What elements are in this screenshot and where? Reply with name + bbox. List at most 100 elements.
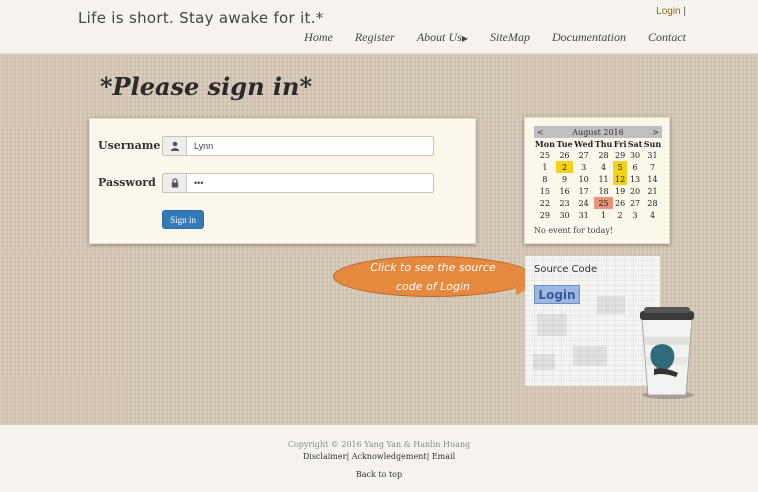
callout-line-2: code of Login xyxy=(396,279,470,293)
calendar-day[interactable]: 18 xyxy=(594,185,613,197)
calendar-grid: Mon Tue Wed Thu Fri Sat Sun 25 26 27 28 … xyxy=(534,138,662,221)
calendar-day-event[interactable]: 12 xyxy=(613,173,628,185)
weekday-mon: Mon xyxy=(534,138,555,149)
calendar-day[interactable]: 25 xyxy=(534,149,556,161)
calendar-day[interactable]: 30 xyxy=(627,149,643,161)
calendar-day-event[interactable]: 2 xyxy=(555,161,574,173)
login-link[interactable]: Login xyxy=(656,6,680,17)
weekday-sun: Sun xyxy=(643,138,662,149)
calendar-day[interactable]: 20 xyxy=(627,185,643,197)
coffee-cup-icon xyxy=(640,307,694,399)
calendar-day[interactable]: 31 xyxy=(643,149,662,161)
calendar-day[interactable]: 4 xyxy=(594,161,613,173)
calendar-day[interactable]: 27 xyxy=(573,149,594,161)
calendar-day[interactable]: 1 xyxy=(534,161,556,173)
calendar-day[interactable]: 24 xyxy=(573,197,594,209)
newspaper-image xyxy=(597,296,625,314)
calendar-week: 25 26 27 28 29 30 31 xyxy=(534,149,662,161)
calendar-week: 15 16 17 18 19 20 21 xyxy=(534,185,662,197)
newspaper-image xyxy=(537,314,567,336)
calendar-day[interactable]: 21 xyxy=(643,185,662,197)
sign-in-button[interactable]: Sign in xyxy=(162,210,204,229)
header: Life is short. Stay awake for it.* Login… xyxy=(0,0,758,54)
calendar-day[interactable]: 30 xyxy=(556,209,574,221)
calendar-day[interactable]: 28 xyxy=(594,149,613,161)
calendar-day[interactable]: 17 xyxy=(573,185,594,197)
main-content: *Please sign in* Username Password Sign … xyxy=(0,55,758,425)
copyright-text: Copyright © 2016 Yang Yan & Hanlin Huang xyxy=(287,440,471,449)
login-panel: Username Password Sign in xyxy=(89,118,476,244)
calendar-day[interactable]: 19 xyxy=(613,185,627,197)
nav-register[interactable]: Register xyxy=(355,30,395,45)
calendar-prev-button[interactable]: < xyxy=(537,128,544,137)
nav-about-us-label: About Us xyxy=(416,30,462,44)
calendar-day[interactable]: 11 xyxy=(594,173,613,185)
newspaper-image xyxy=(573,346,607,366)
weekday-sat: Sat xyxy=(627,138,643,149)
password-field xyxy=(162,173,434,193)
weekday-wed: Wed xyxy=(574,138,594,149)
calendar-day[interactable]: 3 xyxy=(627,209,643,221)
no-event-text: No event for today! xyxy=(534,226,614,235)
weekday-fri: Fri xyxy=(613,138,627,149)
calendar-week: 1 2 3 4 5 6 7 xyxy=(534,161,662,173)
callout-line-1: Click to see the source xyxy=(370,260,496,274)
nav-about-us[interactable]: About Us▶ xyxy=(417,30,468,45)
calendar-widget: < August 2016 > Mon Tue Wed Thu Fri Sat … xyxy=(524,117,670,244)
weekday-tue: Tue xyxy=(556,138,573,149)
email-link[interactable]: Email xyxy=(432,452,455,461)
calendar-day[interactable]: 26 xyxy=(613,197,627,209)
acknowledgement-link[interactable]: Acknowledgement xyxy=(352,452,427,461)
footer: Copyright © 2016 Yang Yan & Hanlin Huang… xyxy=(0,425,758,492)
nav-home[interactable]: Home xyxy=(304,30,333,45)
calendar-next-button[interactable]: > xyxy=(652,128,659,137)
caret-right-icon: ▶ xyxy=(461,34,468,43)
back-to-top-link[interactable]: Back to top xyxy=(0,470,758,479)
calendar-day[interactable]: 29 xyxy=(534,209,556,221)
site-tagline: Life is short. Stay awake for it.* xyxy=(78,9,324,27)
calendar-day[interactable]: 15 xyxy=(534,185,556,197)
calendar-day[interactable]: 28 xyxy=(643,197,662,209)
calendar-day[interactable]: 2 xyxy=(613,209,627,221)
password-input[interactable] xyxy=(187,174,433,192)
username-input[interactable] xyxy=(187,137,433,155)
password-label: Password xyxy=(98,176,156,189)
nav-documentation[interactable]: Documentation xyxy=(552,30,626,45)
calendar-day[interactable]: 23 xyxy=(556,197,574,209)
calendar-day[interactable]: 16 xyxy=(556,185,574,197)
main-nav: Home Register About Us▶ SiteMap Document… xyxy=(304,30,686,45)
calendar-day[interactable]: 13 xyxy=(627,173,643,185)
lock-icon xyxy=(163,174,187,192)
calendar-day[interactable]: 3 xyxy=(573,161,594,173)
nav-sitemap[interactable]: SiteMap xyxy=(490,30,530,45)
calendar-day[interactable]: 29 xyxy=(613,149,627,161)
newspaper-image xyxy=(533,354,555,370)
disclaimer-link[interactable]: Disclaimer xyxy=(303,452,347,461)
calendar-day[interactable]: 4 xyxy=(643,209,662,221)
calendar-day[interactable]: 9 xyxy=(556,173,574,185)
weekday-thu: Thu xyxy=(594,138,613,149)
login-link-container: Login | xyxy=(656,6,686,17)
calendar-day[interactable]: 14 xyxy=(643,173,662,185)
calendar-day[interactable]: 26 xyxy=(556,149,574,161)
calendar-day[interactable]: 22 xyxy=(534,197,556,209)
username-field xyxy=(162,136,434,156)
calendar-day-today[interactable]: 25 xyxy=(594,197,614,209)
source-code-title: Source Code xyxy=(534,264,598,275)
source-code-callout[interactable]: Click to see the source code of Login xyxy=(333,256,533,297)
calendar-month: August 2016 xyxy=(572,127,624,137)
calendar-day[interactable]: 1 xyxy=(594,209,613,221)
calendar-day-event[interactable]: 5 xyxy=(613,161,628,173)
calendar-day[interactable]: 8 xyxy=(534,173,556,185)
source-login-button[interactable]: Login xyxy=(534,285,580,304)
username-label: Username xyxy=(98,139,161,152)
calendar-day[interactable]: 31 xyxy=(573,209,594,221)
calendar-day[interactable]: 6 xyxy=(627,161,643,173)
calendar-header: < August 2016 > xyxy=(534,126,662,138)
calendar-weekday-row: Mon Tue Wed Thu Fri Sat Sun xyxy=(534,138,662,149)
calendar-day[interactable]: 10 xyxy=(573,173,594,185)
calendar-day[interactable]: 27 xyxy=(627,197,643,209)
nav-contact[interactable]: Contact xyxy=(648,30,686,45)
login-separator: | xyxy=(683,6,686,17)
calendar-day[interactable]: 7 xyxy=(643,161,662,173)
